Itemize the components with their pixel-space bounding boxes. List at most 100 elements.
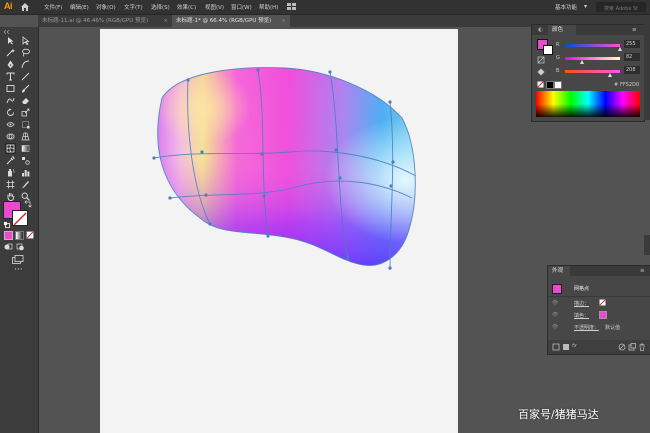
magic-wand-tool-icon[interactable] — [6, 48, 15, 57]
stroke-row-label[interactable]: 描边： — [574, 300, 589, 307]
workspace-switcher-icon[interactable] — [287, 3, 297, 11]
rectangle-tool-icon[interactable] — [6, 84, 15, 93]
tab-appearance[interactable]: 外观 — [548, 266, 570, 276]
eraser-tool-icon[interactable] — [21, 96, 30, 105]
close-icon[interactable]: × — [163, 15, 168, 27]
perspective-grid-tool-icon[interactable] — [21, 132, 30, 141]
scale-tool-icon[interactable] — [21, 108, 30, 117]
screen-mode-icon[interactable] — [12, 255, 24, 265]
home-icon[interactable] — [20, 2, 30, 12]
none-swatch-icon[interactable] — [537, 81, 544, 88]
free-transform-tool-icon[interactable] — [21, 120, 30, 129]
eyedropper-tool-icon[interactable] — [6, 156, 15, 165]
stroke-none-swatch[interactable] — [599, 299, 606, 306]
visibility-eye-icon[interactable]: 👁 — [552, 324, 558, 330]
hex-value[interactable]: FF52D0 — [620, 82, 639, 88]
menu-view[interactable]: 视图(V) — [205, 3, 224, 11]
color-spectrum[interactable] — [536, 91, 640, 117]
line-segment-tool-icon[interactable] — [21, 72, 30, 81]
menu-file[interactable]: 文件(F) — [44, 3, 62, 11]
gradient-mesh-object[interactable] — [140, 58, 425, 280]
panel-tab-icon[interactable]: ◐ — [538, 25, 543, 35]
collapsed-panel-strip — [644, 24, 650, 120]
tab-document-1[interactable]: 未标题-1* @ 66.4% (RGB/GPU 预览) × — [172, 15, 290, 27]
channel-g-slider[interactable] — [565, 57, 620, 60]
direct-selection-tool-icon[interactable] — [21, 36, 30, 45]
search-stock-input[interactable]: 搜索 Adobe St — [596, 2, 646, 12]
spectrum-shade — [536, 91, 640, 117]
menu-help[interactable]: 帮助(H) — [259, 3, 278, 11]
channel-b-input[interactable]: 208 — [624, 66, 640, 74]
channel-r-input[interactable]: 255 — [624, 40, 640, 48]
workspace-chevron-icon[interactable]: ▾ — [584, 3, 587, 10]
none-mode-icon[interactable] — [26, 231, 34, 239]
add-fill-icon[interactable] — [562, 343, 570, 351]
slice-tool-icon[interactable] — [21, 180, 30, 189]
opacity-row-label[interactable]: 不透明度： — [574, 324, 599, 331]
artboard-tool-icon[interactable] — [6, 180, 15, 189]
black-swatch[interactable] — [546, 81, 554, 89]
visibility-eye-icon[interactable]: 👁 — [552, 312, 558, 318]
hand-tool-icon[interactable] — [6, 192, 15, 201]
web-safe-icon[interactable] — [537, 68, 545, 76]
channel-r-thumb[interactable] — [617, 47, 622, 51]
type-tool-icon[interactable] — [6, 72, 15, 81]
collapsed-panel-strip — [644, 235, 650, 255]
white-swatch[interactable] — [554, 81, 562, 89]
tab-color[interactable]: 颜色 — [548, 25, 576, 35]
add-effect-icon[interactable]: fx — [572, 343, 577, 349]
menu-edit[interactable]: 编辑(E) — [70, 3, 89, 11]
edit-toolbar-icon[interactable]: ··· — [14, 265, 23, 275]
panel-menu-icon[interactable]: ≡ — [640, 266, 645, 276]
close-icon[interactable]: × — [281, 15, 286, 27]
lasso-tool-icon[interactable] — [21, 48, 30, 57]
width-tool-icon[interactable] — [6, 120, 15, 129]
shaper-tool-icon[interactable] — [6, 96, 15, 105]
channel-b-slider[interactable] — [565, 70, 620, 73]
column-graph-tool-icon[interactable] — [21, 168, 30, 177]
menu-type[interactable]: 文字(T) — [124, 3, 143, 11]
menu-select[interactable]: 选择(S) — [151, 3, 170, 11]
channel-g-thumb[interactable] — [580, 60, 585, 64]
channel-r-slider[interactable] — [565, 44, 620, 47]
channel-g-input[interactable]: 82 — [624, 53, 640, 61]
workspace-label[interactable]: 基本功能 — [555, 3, 577, 11]
color-mode-icon[interactable] — [4, 231, 13, 240]
channel-b-thumb[interactable] — [607, 73, 612, 77]
menu-effect[interactable]: 效果(C) — [177, 3, 196, 11]
draw-normal-icon[interactable] — [4, 243, 13, 251]
duplicate-item-icon[interactable] — [628, 343, 636, 351]
rotate-tool-icon[interactable] — [6, 108, 15, 117]
out-of-gamut-icon[interactable] — [537, 56, 545, 64]
visibility-eye-icon[interactable]: 👁 — [552, 300, 558, 306]
paintbrush-tool-icon[interactable] — [21, 84, 30, 93]
pen-tool-icon[interactable] — [6, 60, 15, 69]
menu-window[interactable]: 窗口(W) — [231, 3, 252, 11]
fill-row-swatch[interactable] — [599, 311, 607, 319]
symbol-sprayer-tool-icon[interactable] — [6, 168, 15, 177]
blend-tool-icon[interactable] — [21, 156, 30, 165]
curvature-tool-icon[interactable] — [21, 60, 30, 69]
panel-stroke-swatch[interactable] — [543, 45, 553, 55]
mesh-tool-icon[interactable] — [5, 143, 16, 154]
add-stroke-icon[interactable] — [552, 343, 560, 351]
stroke-swatch[interactable] — [12, 210, 28, 226]
panel-collapse-icon[interactable] — [4, 29, 34, 35]
default-fill-stroke-icon[interactable] — [3, 221, 10, 228]
panel-menu-icon[interactable]: ≡ — [632, 25, 637, 35]
appearance-panel: 外观 ≡ 网格点 👁 描边： 👁 填色： 👁 不透明度： 默认值 fx — [547, 265, 650, 355]
menu-object[interactable]: 对象(O) — [96, 3, 116, 11]
selection-tool-icon[interactable] — [6, 36, 15, 45]
draw-behind-icon[interactable] — [16, 243, 25, 251]
fill-row-label[interactable]: 填色： — [574, 312, 589, 319]
shape-builder-tool-icon[interactable] — [6, 132, 15, 141]
trash-icon[interactable] — [638, 343, 646, 351]
gradient-mode-icon[interactable] — [15, 231, 24, 240]
divider — [548, 296, 650, 297]
swap-fill-stroke-icon[interactable] — [24, 200, 32, 208]
gradient-tool-icon[interactable] — [21, 144, 30, 153]
tab-document-11[interactable]: 未标题-11.ai @ 46.46% (RGB/GPU 预览) × — [38, 15, 172, 27]
tab-label: 未标题-11.ai @ 46.46% (RGB/GPU 预览) — [42, 18, 149, 24]
none-icon — [13, 212, 27, 226]
clear-appearance-icon[interactable] — [618, 343, 626, 351]
